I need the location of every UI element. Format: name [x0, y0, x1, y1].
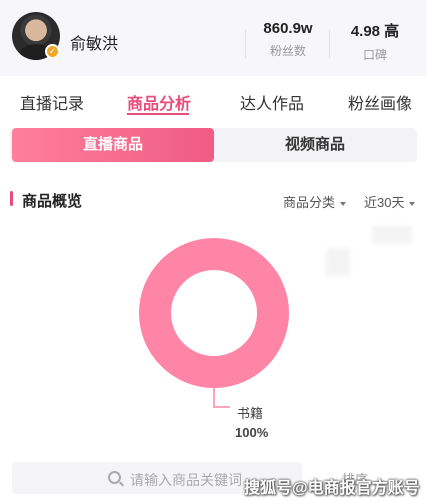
main-tabs: 直播记录 商品分析 达人作品 粉丝画像: [0, 78, 427, 122]
profile-header: ✓ 俞敏洪 860.9w 粉丝数 4.98 高 口碑: [0, 0, 427, 76]
fans-stat: 860.9w 粉丝数: [238, 20, 338, 59]
watermark: 搜狐号@电商报官方账号: [244, 480, 420, 497]
section-title: 商品概览: [22, 193, 83, 210]
donut-slices: [139, 238, 289, 388]
category-filter-label: 商品分类: [283, 195, 336, 210]
tab-fan-profile[interactable]: 粉丝画像: [348, 90, 412, 114]
profile-name: 俞敏洪: [70, 36, 119, 53]
rating-stat: 4.98 高 口碑: [325, 20, 425, 63]
fans-label: 粉丝数: [269, 44, 306, 58]
tab-live-records[interactable]: 直播记录: [20, 90, 84, 114]
rating-label: 口碑: [362, 48, 387, 62]
product-type-switch: 直播商品 视频商品: [10, 128, 417, 162]
chevron-down-icon: [340, 201, 347, 206]
verified-badge-icon: ✓: [45, 44, 60, 59]
slice-percent: 100%: [235, 425, 269, 440]
live-products-button[interactable]: 直播商品: [12, 128, 214, 162]
leader-line: [213, 388, 230, 408]
donut-slice: [139, 238, 289, 388]
video-products-button[interactable]: 视频商品: [215, 128, 415, 162]
category-filter[interactable]: 商品分类: [283, 192, 347, 211]
search-icon: [108, 471, 121, 484]
active-tab-indicator: [127, 113, 189, 115]
fans-value: 860.9w: [263, 20, 313, 37]
slice-label: 书籍: [237, 406, 263, 421]
tab-product-analysis[interactable]: 商品分析: [127, 90, 191, 114]
period-filter[interactable]: 近30天: [364, 192, 416, 211]
search-input[interactable]: 请输入商品关键词: [130, 470, 242, 490]
section-marker: [10, 191, 13, 206]
tab-creator-works[interactable]: 达人作品: [240, 90, 304, 114]
period-filter-label: 近30天: [364, 195, 405, 210]
rating-value: 4.98 高: [350, 23, 400, 40]
chevron-down-icon: [409, 201, 416, 206]
category-donut-chart: 书籍 100%: [139, 238, 289, 440]
